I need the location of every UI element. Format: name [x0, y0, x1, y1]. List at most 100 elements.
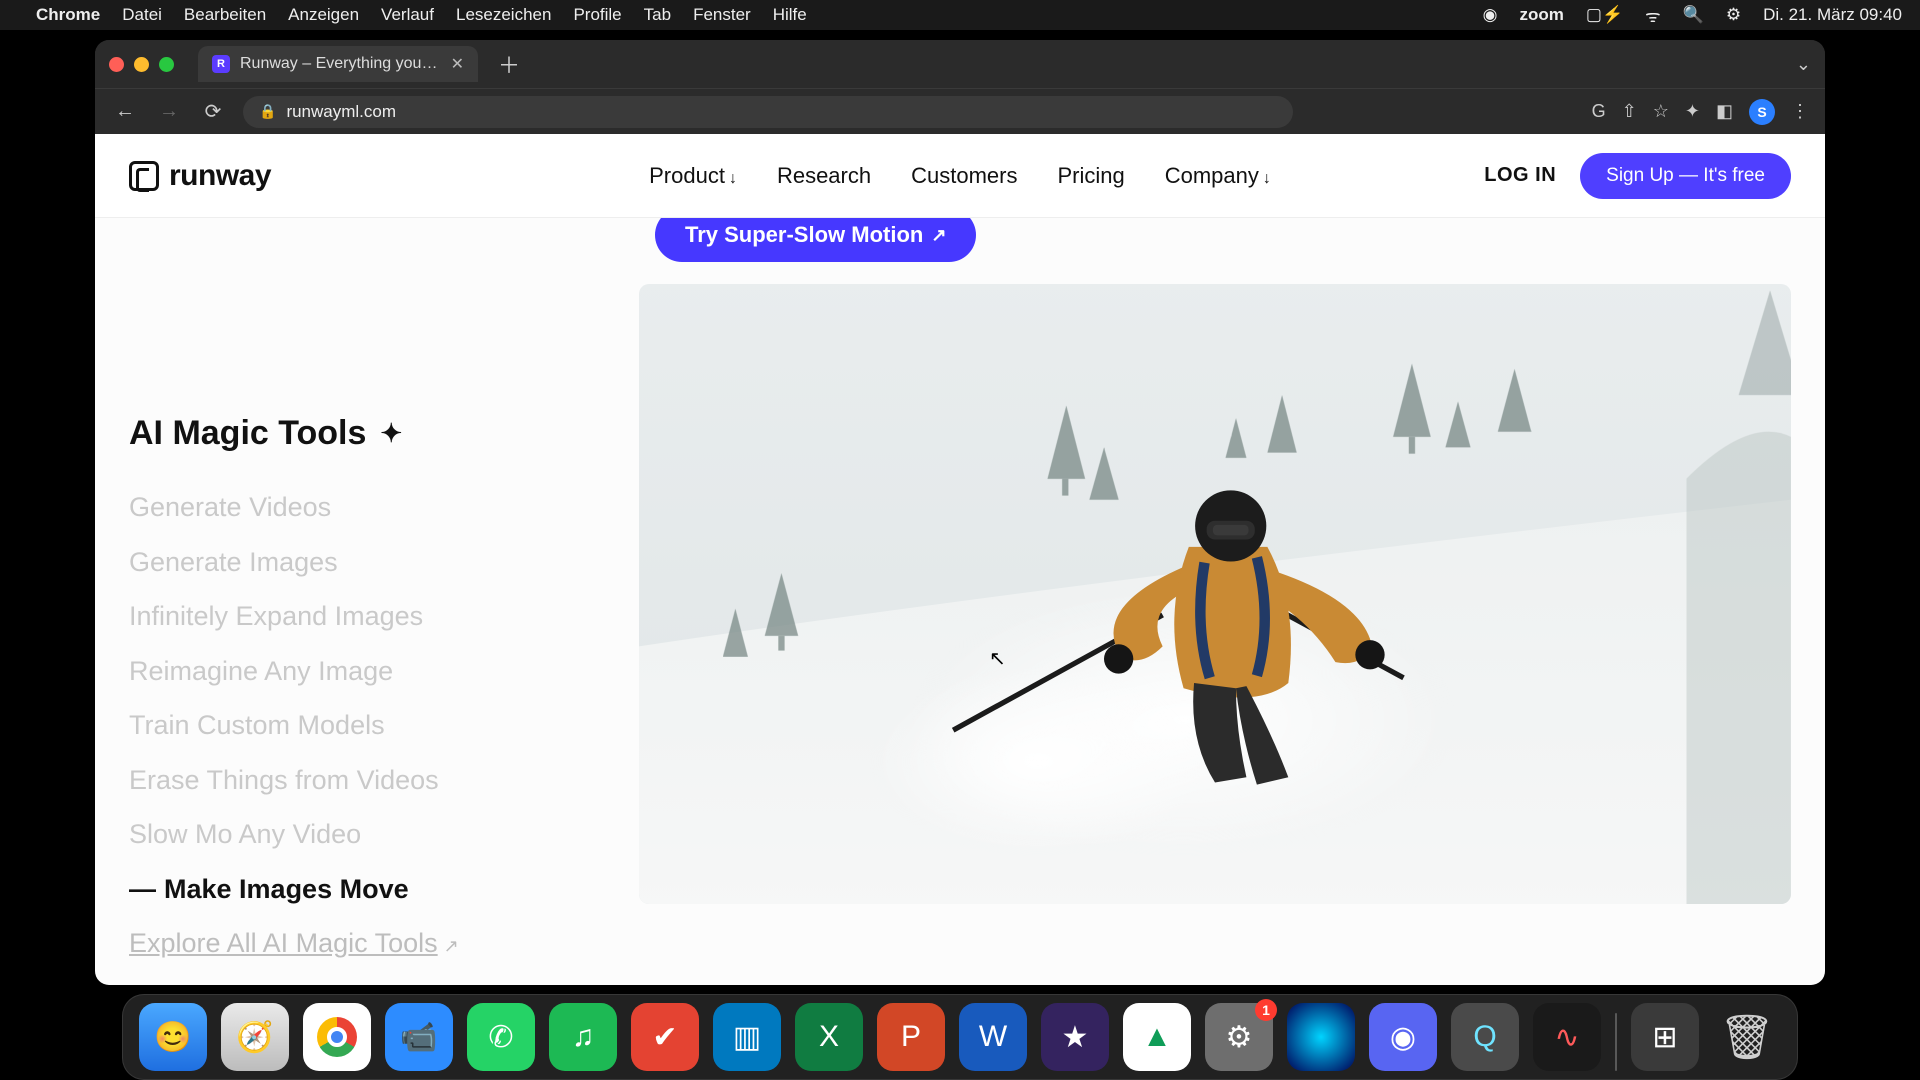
dock-app-calculator[interactable]: ⊞: [1631, 1003, 1699, 1071]
dock-separator: [1615, 1013, 1617, 1071]
header-actions: LOG IN Sign Up — It's free: [1484, 153, 1791, 199]
control-center-icon[interactable]: ⚙: [1726, 5, 1741, 25]
menu-tab[interactable]: Tab: [644, 5, 671, 25]
chrome-tabstrip: R Runway – Everything you need ✕ ＋ ⌄: [95, 40, 1825, 88]
hero-media: ↖: [639, 284, 1791, 965]
dock-app-drive[interactable]: ▲: [1123, 1003, 1191, 1071]
tool-make-images-move[interactable]: —Make Images Move: [129, 869, 599, 910]
tab-close-icon[interactable]: ✕: [451, 54, 464, 74]
menu-profile[interactable]: Profile: [573, 5, 621, 25]
dock-app-excel[interactable]: X: [795, 1003, 863, 1071]
page-content: runway Product↓ Research Customers Prici…: [95, 134, 1825, 985]
browser-tab[interactable]: R Runway – Everything you need ✕: [198, 46, 478, 82]
tools-sidebar: AI Magic Tools ✦ Generate Videos Generat…: [129, 284, 599, 965]
tab-title: Runway – Everything you need: [240, 55, 441, 73]
primary-nav: Product↓ Research Customers Pricing Comp…: [649, 163, 1271, 189]
tool-generate-images[interactable]: Generate Images: [129, 542, 599, 583]
login-link[interactable]: LOG IN: [1484, 164, 1556, 187]
try-pill-label: Try Super-Slow Motion: [685, 222, 923, 248]
window-controls: [109, 57, 174, 72]
site-header: runway Product↓ Research Customers Prici…: [95, 134, 1825, 218]
dock-app-quicktime[interactable]: Q: [1451, 1003, 1519, 1071]
close-window-button[interactable]: [109, 57, 124, 72]
sidepanel-icon[interactable]: ◧: [1716, 101, 1733, 122]
dock-app-powerpoint[interactable]: P: [877, 1003, 945, 1071]
chevron-down-icon: ↓: [729, 170, 737, 187]
back-button[interactable]: ←: [111, 100, 139, 123]
chevron-down-icon: ↓: [1263, 170, 1271, 187]
dock-app-settings[interactable]: ⚙1: [1205, 1003, 1273, 1071]
dock-app-imovie[interactable]: ★: [1041, 1003, 1109, 1071]
menu-datei[interactable]: Datei: [122, 5, 162, 25]
nav-customers[interactable]: Customers: [911, 163, 1017, 189]
lock-icon: 🔒: [259, 103, 276, 120]
dock-app-spotify[interactable]: ♫: [549, 1003, 617, 1071]
magic-wand-icon: ✦: [380, 418, 402, 449]
sidebar-heading: AI Magic Tools ✦: [129, 414, 599, 453]
url-text: runwayml.com: [286, 102, 396, 122]
menu-lesezeichen[interactable]: Lesezeichen: [456, 5, 551, 25]
tool-train-models[interactable]: Train Custom Models: [129, 705, 599, 746]
nav-product[interactable]: Product↓: [649, 163, 737, 189]
address-bar[interactable]: 🔒 runwayml.com: [243, 96, 1293, 128]
spotlight-icon[interactable]: 🔍: [1683, 5, 1704, 25]
dock-app-voicememos[interactable]: ∿: [1533, 1003, 1601, 1071]
tool-slow-mo[interactable]: Slow Mo Any Video: [129, 814, 599, 855]
nav-pricing[interactable]: Pricing: [1057, 163, 1124, 189]
tab-overflow-icon[interactable]: ⌄: [1796, 54, 1811, 75]
menubar-app-name[interactable]: Chrome: [36, 5, 100, 25]
tool-generate-videos[interactable]: Generate Videos: [129, 487, 599, 528]
chrome-toolbar: ← → ⟳ 🔒 runwayml.com G ⇧ ☆ ✦ ◧ S ⋮: [95, 88, 1825, 134]
dock-app-trello[interactable]: ▥: [713, 1003, 781, 1071]
logo-wordmark: runway: [169, 159, 271, 193]
extensions-icon[interactable]: ✦: [1685, 101, 1700, 122]
mac-menubar: Chrome Datei Bearbeiten Anzeigen Verlauf…: [0, 0, 1920, 30]
share-icon[interactable]: ⇧: [1622, 101, 1637, 122]
reload-button[interactable]: ⟳: [199, 99, 227, 124]
menu-verlauf[interactable]: Verlauf: [381, 5, 434, 25]
nav-research[interactable]: Research: [777, 163, 871, 189]
wifi-icon[interactable]: ᯤ: [1645, 4, 1661, 27]
dock-app-discord[interactable]: ◉: [1369, 1003, 1437, 1071]
tab-favicon: R: [212, 55, 230, 73]
site-logo[interactable]: runway: [129, 159, 271, 193]
dock-app-safari[interactable]: 🧭: [221, 1003, 289, 1071]
dock-trash[interactable]: 🗑: [1713, 1003, 1781, 1071]
profile-avatar[interactable]: S: [1749, 99, 1775, 125]
minimize-window-button[interactable]: [134, 57, 149, 72]
arrow-up-right-icon: ↗: [444, 933, 459, 960]
dock-app-finder[interactable]: 😊: [139, 1003, 207, 1071]
google-account-icon[interactable]: G: [1592, 101, 1606, 122]
battery-icon[interactable]: ▢⚡: [1586, 5, 1623, 25]
dock-app-zoom[interactable]: 📹: [385, 1003, 453, 1071]
dock-app-siri[interactable]: [1287, 1003, 1355, 1071]
record-icon[interactable]: ◉: [1483, 5, 1498, 25]
menu-bearbeiten[interactable]: Bearbeiten: [184, 5, 266, 25]
menubar-clock[interactable]: Di. 21. März 09:40: [1763, 5, 1902, 25]
tool-expand-images[interactable]: Infinitely Expand Images: [129, 596, 599, 637]
signup-button[interactable]: Sign Up — It's free: [1580, 153, 1791, 199]
fullscreen-window-button[interactable]: [159, 57, 174, 72]
logo-mark-icon: [129, 161, 159, 191]
chrome-window: R Runway – Everything you need ✕ ＋ ⌄ ← →…: [95, 40, 1825, 985]
dock-app-todoist[interactable]: ✔: [631, 1003, 699, 1071]
forward-button[interactable]: →: [155, 100, 183, 123]
new-tab-button[interactable]: ＋: [488, 48, 530, 80]
arrow-up-right-icon: ↗: [931, 225, 946, 246]
settings-badge: 1: [1255, 999, 1277, 1021]
menu-fenster[interactable]: Fenster: [693, 5, 751, 25]
chrome-menu-icon[interactable]: ⋮: [1791, 101, 1809, 122]
menu-hilfe[interactable]: Hilfe: [773, 5, 807, 25]
hero-image: ↖: [639, 284, 1791, 904]
menu-anzeigen[interactable]: Anzeigen: [288, 5, 359, 25]
dock: 😊 🧭 📹 ✆ ♫ ✔ ▥ X P W ★ ▲ ⚙1 ◉ Q ∿ ⊞ 🗑: [0, 992, 1920, 1080]
tool-erase-from-videos[interactable]: Erase Things from Videos: [129, 760, 599, 801]
zoom-menubar[interactable]: zoom: [1520, 5, 1564, 25]
nav-company[interactable]: Company↓: [1165, 163, 1271, 189]
dock-app-word[interactable]: W: [959, 1003, 1027, 1071]
tool-reimagine-image[interactable]: Reimagine Any Image: [129, 651, 599, 692]
dock-app-chrome[interactable]: [303, 1003, 371, 1071]
explore-all-tools-link[interactable]: Explore All AI Magic Tools↗: [129, 923, 599, 964]
dock-app-whatsapp[interactable]: ✆: [467, 1003, 535, 1071]
bookmark-star-icon[interactable]: ☆: [1653, 101, 1669, 122]
